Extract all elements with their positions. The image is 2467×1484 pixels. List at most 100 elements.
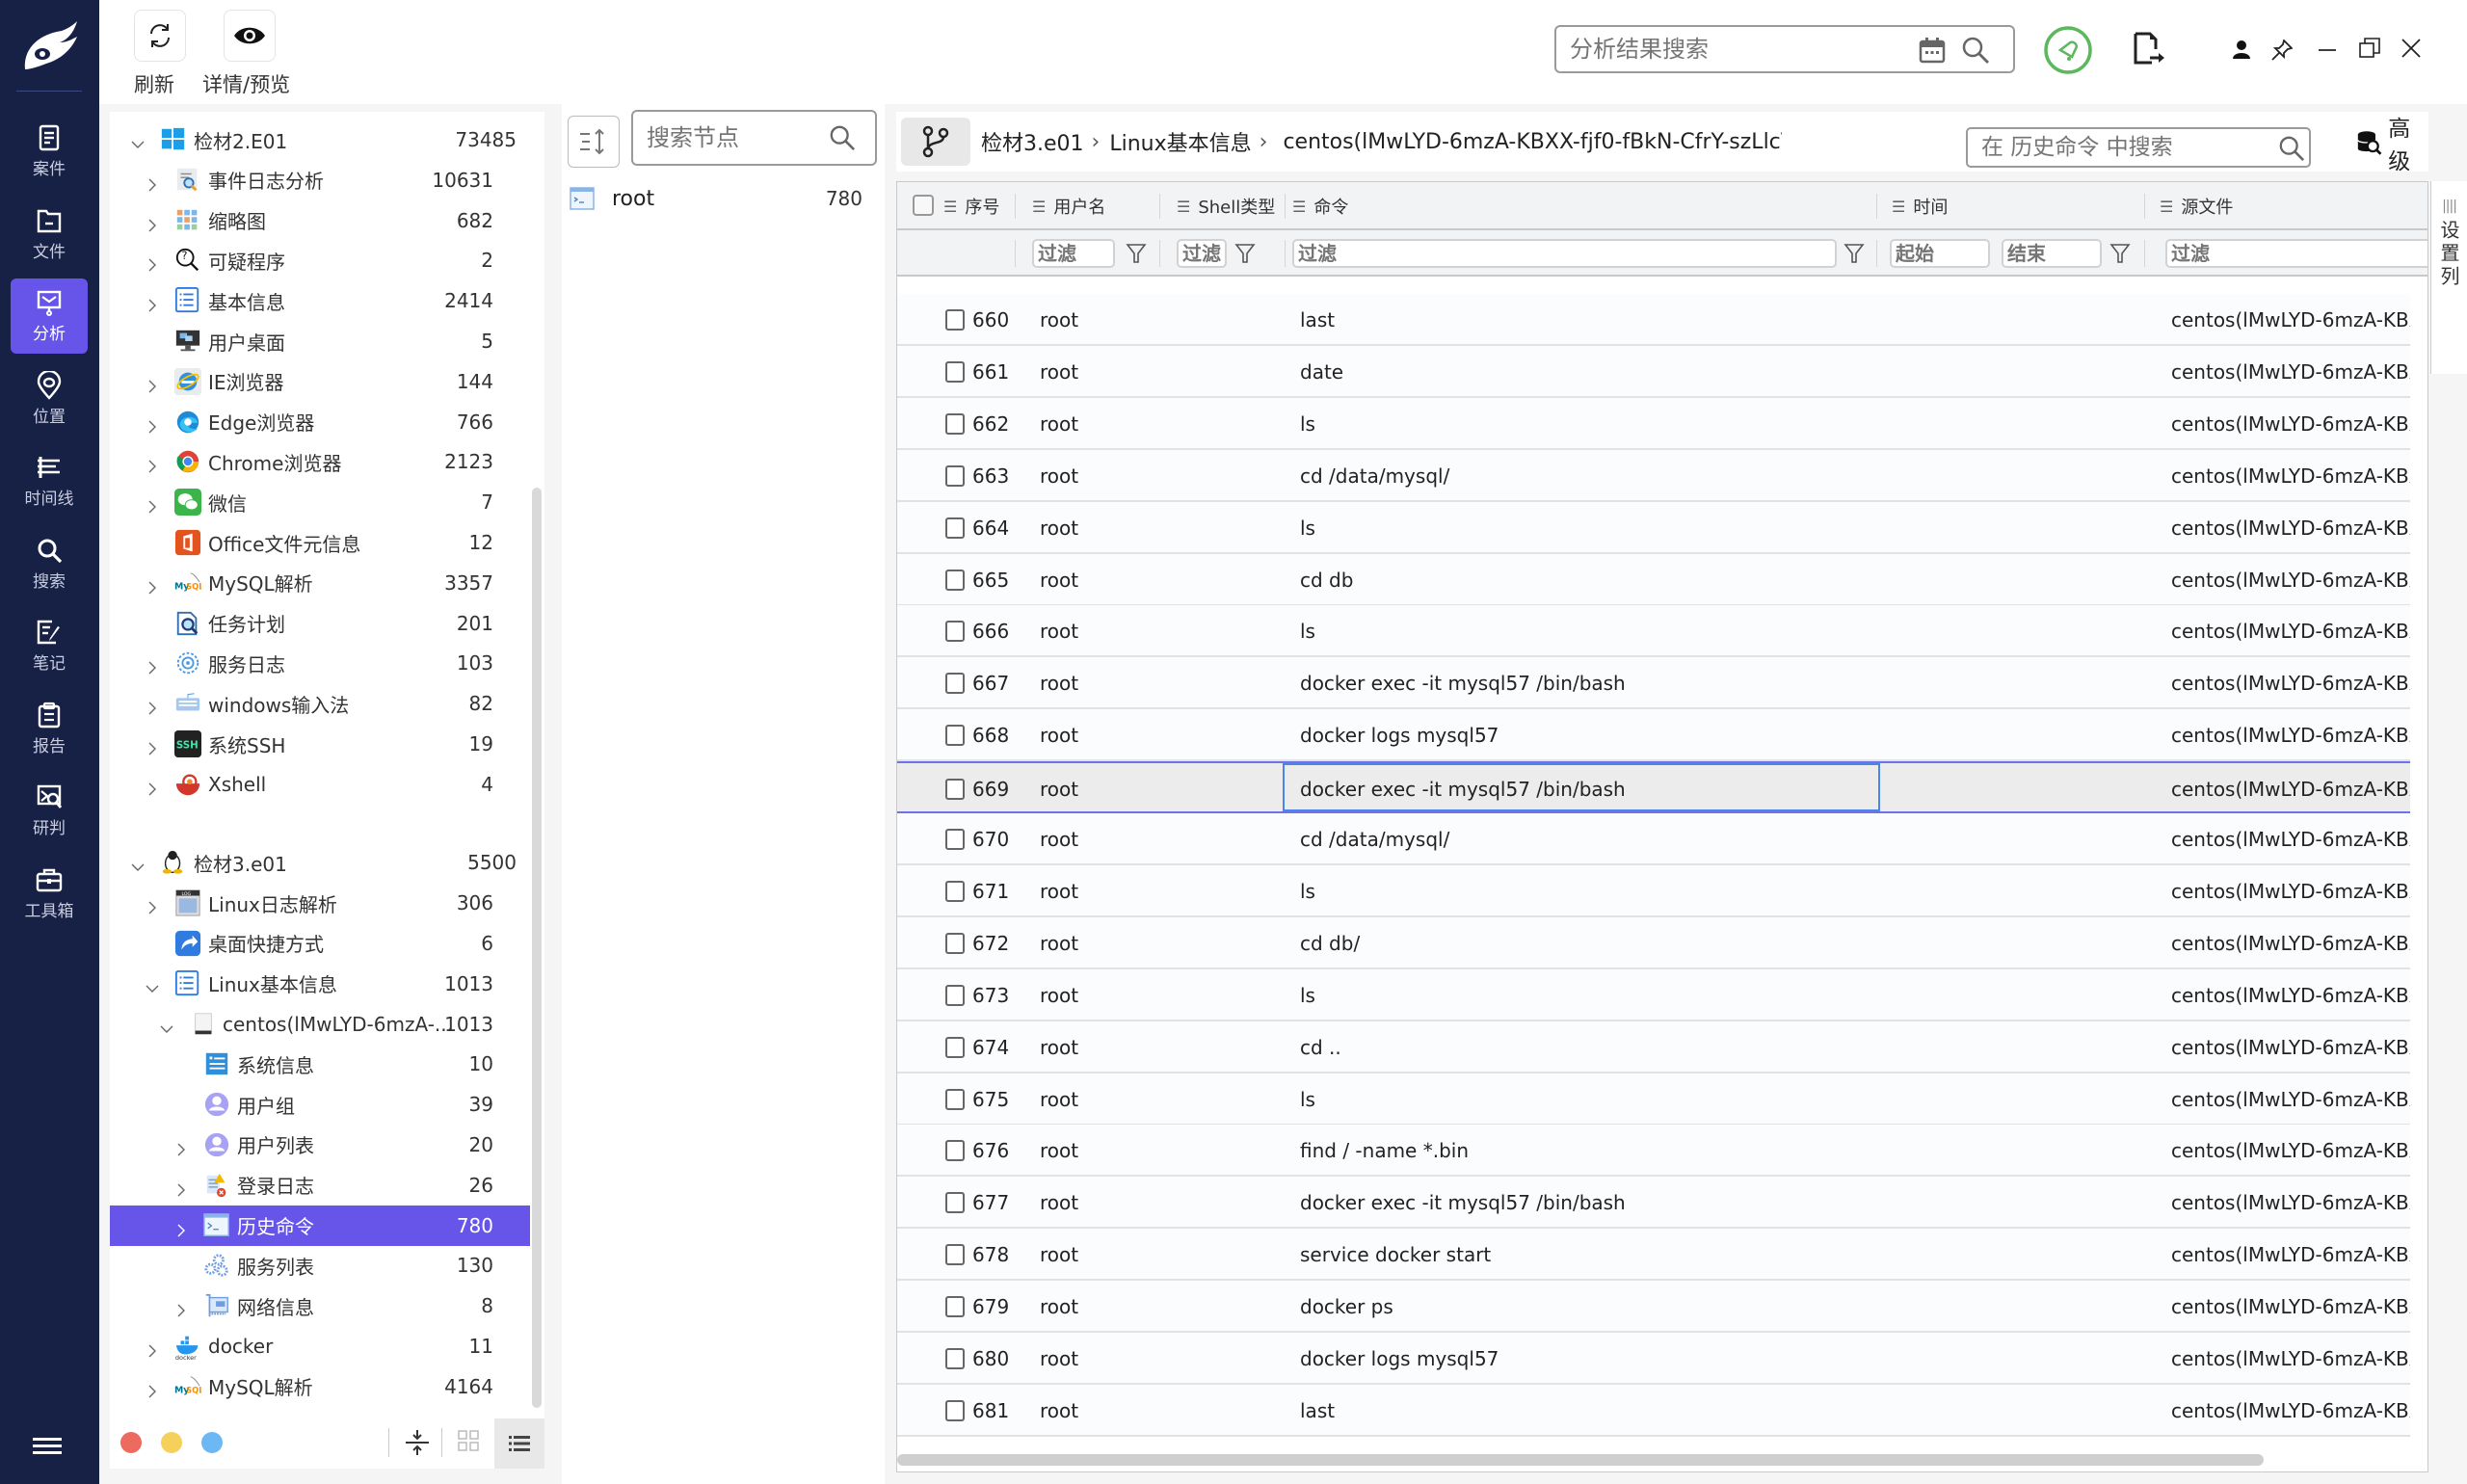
breadcrumb-item[interactable]: Linux基本信息 (1109, 126, 1251, 157)
nav-item-judge[interactable]: 研判 (11, 773, 88, 848)
row-checkbox[interactable] (945, 829, 965, 850)
shell-filter-input[interactable] (1177, 239, 1227, 268)
table-row[interactable]: 675 root ls centos(lMwLYD-6mzA-KBX (897, 1073, 2410, 1126)
time-start-input[interactable] (1890, 239, 1990, 268)
chevron-right-icon[interactable] (146, 737, 159, 755)
table-row[interactable]: 664 root ls centos(lMwLYD-6mzA-KBX (897, 501, 2410, 554)
cell-command[interactable]: ls (1300, 398, 1315, 450)
chevron-right-icon[interactable] (174, 1219, 188, 1236)
row-checkbox[interactable] (945, 673, 965, 695)
cell-command[interactable]: cd db (1300, 554, 1353, 606)
chevron-right-icon[interactable] (146, 1380, 159, 1398)
search-icon[interactable] (829, 124, 856, 151)
table-row[interactable]: 678 root service docker start centos(lMw… (897, 1229, 2410, 1282)
tree-item[interactable]: Xshell 4 (110, 764, 530, 805)
column-menu-icon[interactable]: ☰ (1032, 198, 1046, 216)
table-row[interactable]: 663 root cd /data/mysql/ centos(lMwLYD-6… (897, 449, 2410, 502)
row-checkbox[interactable] (945, 1036, 965, 1058)
table-row[interactable]: 674 root cd .. centos(lMwLYD-6mzA-KBX (897, 1020, 2410, 1073)
collapse-all-icon[interactable] (405, 1428, 430, 1457)
cell-command[interactable]: ls (1300, 502, 1315, 554)
column-header-shell[interactable]: ☰ Shell类型 (1177, 182, 1275, 230)
chevron-right-icon[interactable] (146, 173, 159, 192)
tree-item[interactable]: windows输入法 82 (110, 683, 530, 724)
chevron-right-icon[interactable] (146, 576, 159, 595)
tree-item[interactable]: 任务计划 201 (110, 603, 530, 644)
tree-item[interactable]: Chrome浏览器 2123 (110, 441, 530, 482)
chevron-right-icon[interactable] (174, 1138, 188, 1156)
tree-item[interactable]: 用户桌面 5 (110, 321, 530, 361)
tree-item[interactable]: 桌面快捷方式 6 (110, 923, 530, 964)
column-menu-icon[interactable]: ☰ (1892, 198, 1905, 216)
nav-item-timeline[interactable]: 时间线 (11, 443, 88, 518)
row-checkbox[interactable] (945, 1399, 965, 1421)
chevron-right-icon[interactable] (146, 294, 159, 312)
analysis-search-box[interactable] (1554, 25, 2015, 73)
nav-item-location[interactable]: 位置 (11, 361, 88, 437)
cell-command[interactable]: last (1300, 1385, 1335, 1437)
chevron-right-icon[interactable] (146, 778, 159, 796)
cell-command[interactable]: docker logs mysql57 (1300, 1333, 1499, 1385)
row-checkbox[interactable] (945, 360, 965, 383)
cell-command[interactable]: cd /data/mysql/ (1300, 450, 1449, 502)
tree-item[interactable]: IE浏览器 144 (110, 361, 530, 402)
advanced-search-button[interactable]: 高级 (2356, 117, 2428, 174)
column-divider[interactable] (1876, 194, 1877, 219)
tree-item[interactable]: docker docker 11 (110, 1326, 530, 1366)
tree-item[interactable]: 微信 7 (110, 482, 530, 522)
table-row[interactable]: 662 root ls centos(lMwLYD-6mzA-KBX (897, 397, 2410, 450)
table-row[interactable]: 670 root cd /data/mysql/ centos(lMwLYD-6… (897, 813, 2410, 865)
cell-command[interactable]: ls (1300, 969, 1315, 1021)
column-menu-icon[interactable]: ☰ (1292, 198, 1306, 216)
close-button[interactable] (2400, 37, 2423, 60)
filter-icon[interactable] (1234, 243, 1256, 264)
chevron-down-icon[interactable] (131, 856, 145, 872)
cell-command[interactable]: docker exec -it mysql57 /bin/bash (1300, 657, 1626, 709)
source-filter-input[interactable] (2165, 239, 2427, 268)
filter-icon[interactable] (2109, 243, 2131, 264)
cell-command[interactable]: ls (1300, 865, 1315, 917)
analysis-search-input[interactable] (1570, 36, 1897, 63)
calendar-icon[interactable] (1919, 37, 1946, 64)
column-divider[interactable] (1285, 194, 1286, 219)
cell-command[interactable]: docker ps (1300, 1281, 1393, 1333)
alerts-button[interactable] (2043, 25, 2093, 75)
chevron-right-icon[interactable] (146, 1339, 159, 1358)
table-row[interactable]: 666 root ls centos(lMwLYD-6mzA-KBX (897, 605, 2410, 658)
cell-command[interactable]: cd db/ (1300, 917, 1360, 969)
tree-item[interactable]: 服务日志 103 (110, 643, 530, 683)
cell-command[interactable]: date (1300, 346, 1343, 398)
row-checkbox[interactable] (945, 1140, 965, 1162)
chevron-right-icon[interactable] (146, 697, 159, 715)
time-end-input[interactable] (2002, 239, 2102, 268)
cell-command[interactable]: ls (1300, 1073, 1315, 1126)
table-row[interactable]: 673 root ls centos(lMwLYD-6mzA-KBX (897, 968, 2410, 1021)
table-row[interactable]: 671 root ls centos(lMwLYD-6mzA-KBX (897, 864, 2410, 917)
cell-command[interactable]: docker logs mysql57 (1300, 709, 1499, 761)
tree-item[interactable]: 检材2.E01 73485 (110, 119, 530, 160)
row-checkbox[interactable] (945, 517, 965, 539)
color-tag-red[interactable] (120, 1432, 142, 1453)
chevron-right-icon[interactable] (146, 896, 159, 914)
tree-item[interactable]: MySQL MySQL解析 4164 (110, 1366, 530, 1407)
table-row[interactable]: 680 root docker logs mysql57 centos(lMwL… (897, 1333, 2410, 1385)
tree-item[interactable]: 网络信息 8 (110, 1285, 530, 1326)
column-header-id[interactable]: ☰ 序号 (943, 182, 999, 230)
horizontal-scrollbar[interactable] (897, 1454, 2264, 1466)
tree-item[interactable]: 系统信息 10 (110, 1044, 530, 1084)
list-view-button[interactable] (494, 1418, 544, 1469)
row-checkbox[interactable] (945, 412, 965, 435)
table-row[interactable]: 672 root cd db/ centos(lMwLYD-6mzA-KBX (897, 916, 2410, 969)
table-row[interactable]: 677 root docker exec -it mysql57 /bin/ba… (897, 1177, 2410, 1230)
chevron-right-icon[interactable] (146, 495, 159, 514)
chevron-down-icon[interactable] (160, 1018, 173, 1033)
nav-item-case[interactable]: 案件 (11, 114, 88, 189)
chevron-down-icon[interactable] (131, 133, 145, 148)
row-checkbox[interactable] (945, 984, 965, 1006)
minimize-button[interactable] (2316, 39, 2339, 62)
nav-item-toolbox[interactable]: 工具箱 (11, 856, 88, 931)
row-checkbox[interactable] (945, 779, 965, 801)
search-icon[interactable] (2278, 135, 2305, 162)
chevron-down-icon[interactable] (146, 977, 159, 993)
column-settings-button[interactable]: |||| 设置列 (2430, 181, 2467, 374)
